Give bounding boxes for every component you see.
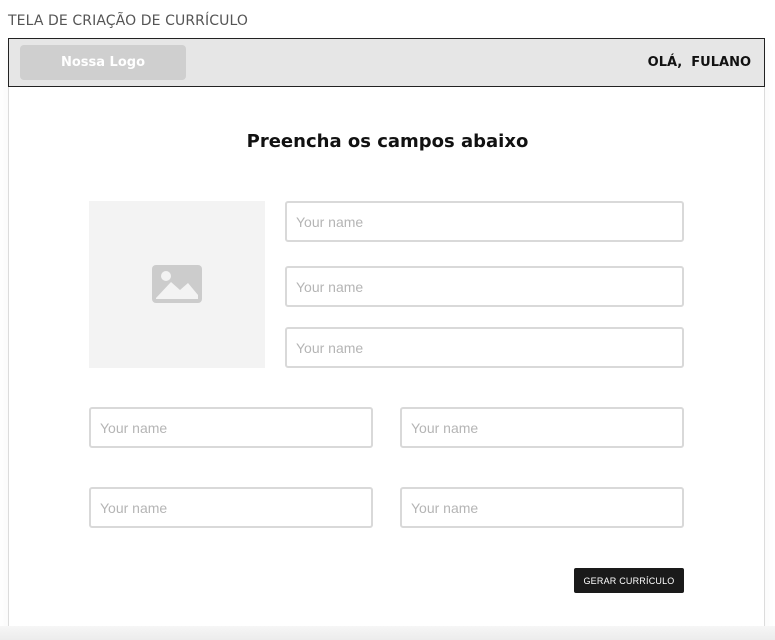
- photo-upload[interactable]: [89, 201, 265, 368]
- header-bar: Nossa Logo OLÁ, FULANO: [8, 38, 765, 87]
- name-field-1[interactable]: [285, 201, 684, 242]
- name-field-4[interactable]: [89, 407, 373, 448]
- name-field-7[interactable]: [400, 487, 684, 528]
- name-field-6[interactable]: [89, 487, 373, 528]
- name-field-2[interactable]: [285, 266, 684, 307]
- image-icon: [152, 265, 202, 303]
- bottom-shadow: [0, 626, 775, 640]
- name-field-5[interactable]: [400, 407, 684, 448]
- user-greeting[interactable]: OLÁ, FULANO: [648, 55, 751, 70]
- generate-resume-button[interactable]: GERAR CURRÍCULO: [574, 568, 684, 593]
- form-heading: Preencha os campos abaixo: [246, 131, 529, 152]
- screen-title: TELA DE CRIAÇÃO DE CURRÍCULO: [8, 13, 248, 29]
- name-field-3[interactable]: [285, 327, 684, 368]
- logo-button[interactable]: Nossa Logo: [20, 45, 186, 80]
